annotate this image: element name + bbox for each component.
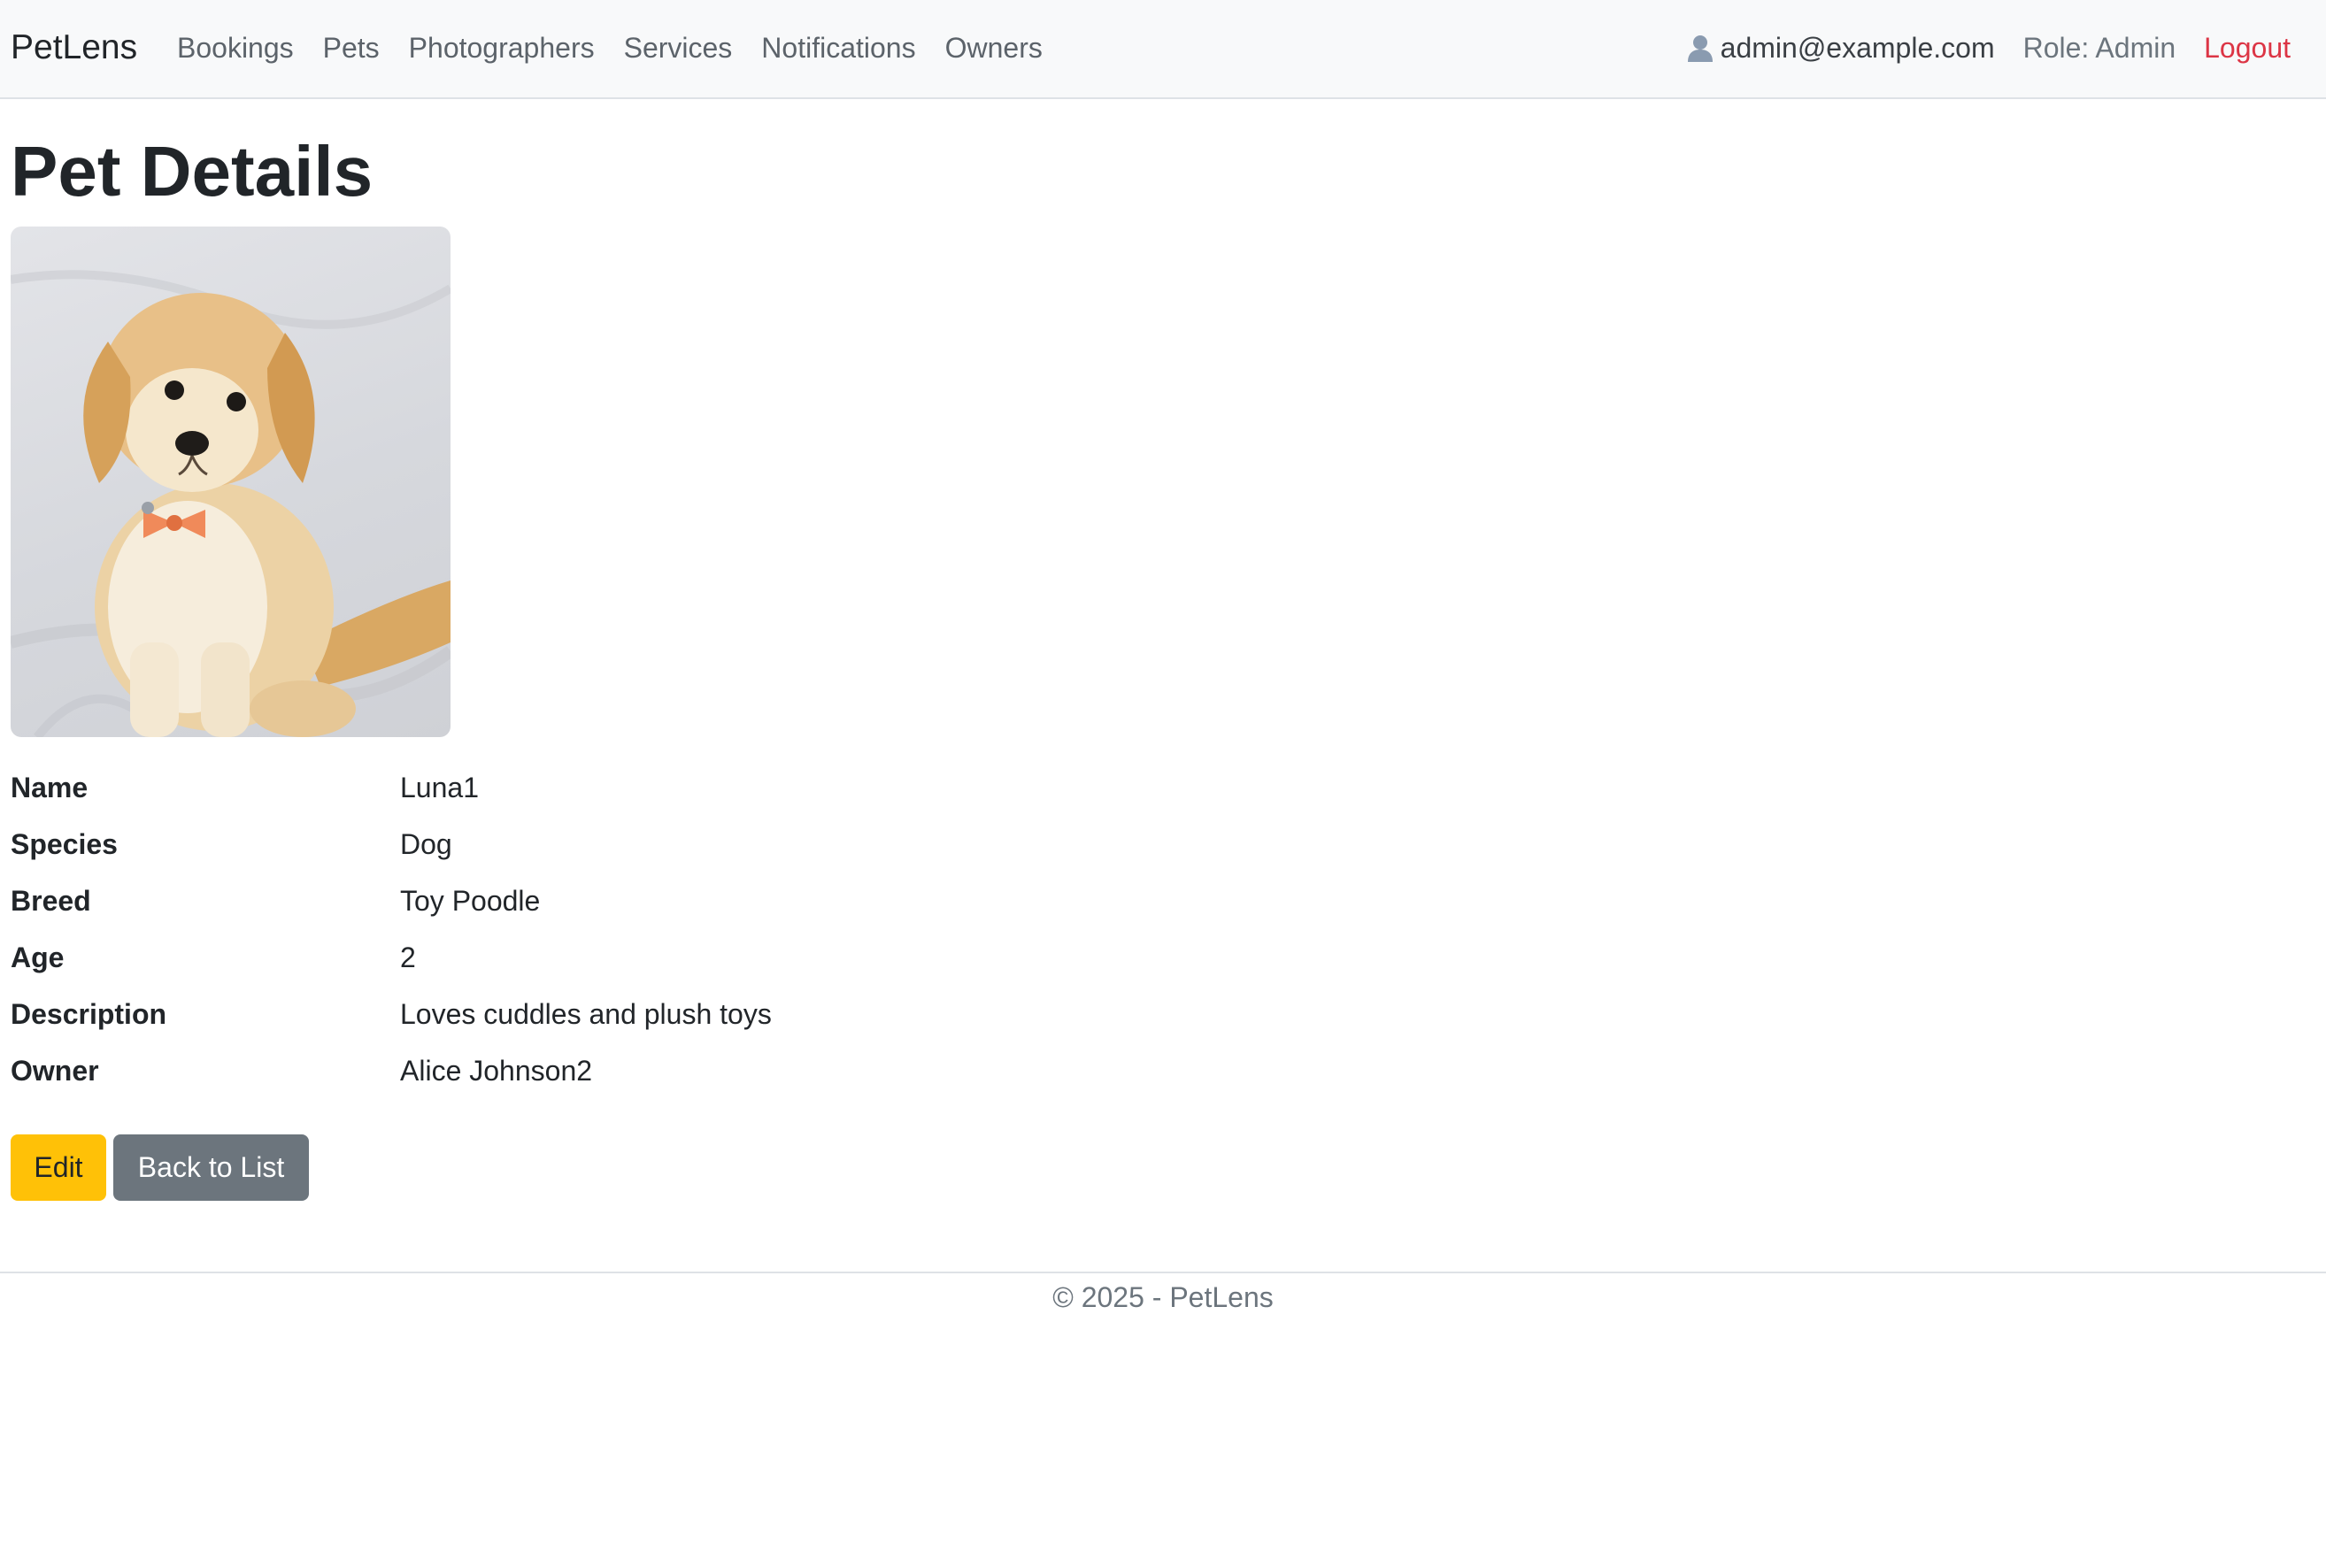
nav-link-notifications[interactable]: Notifications xyxy=(761,27,915,69)
nav-link-owners[interactable]: Owners xyxy=(945,27,1043,69)
detail-value: Luna1 xyxy=(400,772,479,803)
user-role: Role: Admin xyxy=(2022,32,2176,64)
nav-link-photographers[interactable]: Photographers xyxy=(409,27,595,69)
detail-label: Description xyxy=(11,998,167,1030)
pet-photo xyxy=(11,227,451,737)
detail-label: Species xyxy=(11,828,118,860)
current-user: admin@example.com xyxy=(1685,27,1995,69)
nav-link-bookings[interactable]: Bookings xyxy=(177,27,294,69)
detail-value: Dog xyxy=(400,828,452,860)
nav-link-pets[interactable]: Pets xyxy=(323,27,380,69)
detail-value: Alice Johnson2 xyxy=(400,1055,593,1087)
back-to-list-button[interactable]: Back to List xyxy=(113,1134,309,1201)
detail-value: Toy Poodle xyxy=(400,885,541,917)
nav-user-area: admin@example.com Role: Admin Logout xyxy=(1685,27,2291,69)
edit-button[interactable]: Edit xyxy=(11,1134,106,1201)
user-email: admin@example.com xyxy=(1720,32,1995,64)
detail-value: 2 xyxy=(400,942,416,973)
footer-copyright: © 2025 - PetLens xyxy=(1052,1281,1274,1313)
nav-link-services[interactable]: Services xyxy=(624,27,733,69)
user-icon xyxy=(1687,35,1713,62)
navbar: PetLens Bookings Pets Photographers Serv… xyxy=(0,0,2326,99)
page-title: Pet Details xyxy=(11,132,374,211)
brand-link[interactable]: PetLens xyxy=(11,27,137,69)
detail-value: Loves cuddles and plush toys xyxy=(400,998,772,1030)
logout-link[interactable]: Logout xyxy=(2204,27,2291,69)
detail-label: Owner xyxy=(11,1055,99,1087)
nav-links: Bookings Pets Photographers Services Not… xyxy=(177,27,1072,69)
detail-label: Breed xyxy=(11,885,91,917)
footer: © 2025 - PetLens xyxy=(0,1272,2326,1313)
detail-label: Age xyxy=(11,942,65,973)
detail-label: Name xyxy=(11,772,89,803)
